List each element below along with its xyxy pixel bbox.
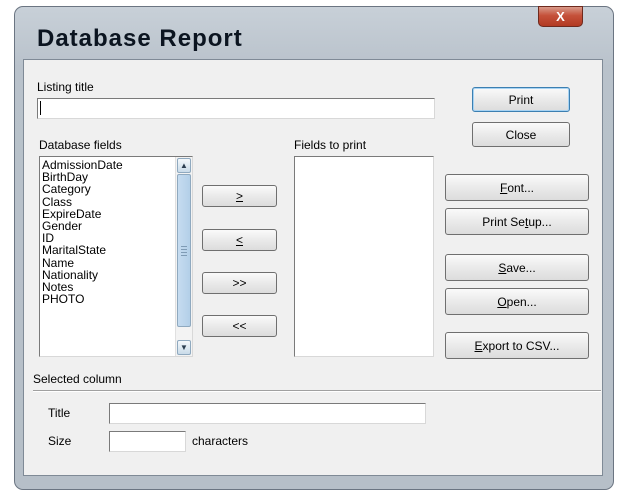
- font-label: Font...: [499, 180, 535, 195]
- add-field-button[interactable]: >: [202, 185, 277, 207]
- column-title-input[interactable]: [109, 403, 426, 424]
- remove-all-fields-button[interactable]: <<: [202, 315, 277, 337]
- chevron-up-icon: ▲: [180, 161, 188, 170]
- print-label: Print: [508, 92, 534, 107]
- save-button[interactable]: Save...: [445, 254, 589, 281]
- save-label: Save...: [498, 260, 536, 275]
- list-item[interactable]: PHOTO: [40, 293, 192, 305]
- fields-to-print-label: Fields to print: [294, 138, 367, 152]
- add-all-fields-button[interactable]: >>: [202, 272, 277, 294]
- database-fields-listbox[interactable]: AdmissionDate BirthDay Category Class Expire…: [39, 156, 193, 357]
- size-unit-label: characters: [192, 434, 249, 448]
- close-label: Close: [505, 127, 537, 142]
- list-item[interactable]: Gender: [40, 220, 192, 232]
- dialog-client-area: Listing title Database fields AdmissionD…: [23, 59, 603, 476]
- column-size-input[interactable]: [109, 431, 186, 452]
- font-button[interactable]: Font...: [445, 174, 589, 201]
- thumb-grip: [181, 249, 187, 250]
- chevron-down-icon: ▼: [180, 343, 188, 352]
- add-field-label: >: [235, 189, 243, 203]
- column-title-label: Title: [48, 406, 71, 420]
- column-size-label: Size: [48, 434, 72, 448]
- scroll-down-button[interactable]: ▼: [177, 340, 191, 355]
- print-button[interactable]: Print: [472, 87, 570, 112]
- list-item[interactable]: Name: [40, 256, 192, 269]
- thumb-grip: [181, 246, 187, 247]
- list-item[interactable]: Class: [40, 195, 192, 208]
- database-fields-label: Database fields: [39, 138, 122, 152]
- text-caret: [40, 101, 41, 115]
- scroll-thumb[interactable]: [177, 174, 191, 327]
- window-close-button[interactable]: X: [538, 6, 583, 27]
- print-setup-button[interactable]: Print Setup...: [445, 208, 589, 235]
- print-setup-label: Print Setup...: [482, 214, 552, 229]
- list-item[interactable]: Category: [40, 183, 192, 195]
- listing-title-input[interactable]: [37, 98, 435, 119]
- remove-all-label: <<: [232, 319, 247, 333]
- open-label: Open...: [497, 294, 537, 309]
- open-button[interactable]: Open...: [445, 288, 589, 315]
- remove-field-label: <: [235, 233, 243, 247]
- close-icon: X: [556, 9, 565, 24]
- list-item[interactable]: MaritalState: [40, 244, 192, 256]
- thumb-grip: [181, 255, 187, 256]
- thumb-grip: [181, 252, 187, 253]
- add-all-label: >>: [232, 276, 247, 290]
- close-button[interactable]: Close: [472, 122, 570, 147]
- listing-title-label: Listing title: [37, 80, 94, 94]
- window-title: Database Report: [37, 25, 243, 52]
- database-fields-scrollbar[interactable]: ▲ ▼: [175, 157, 192, 356]
- scroll-up-button[interactable]: ▲: [177, 158, 191, 173]
- export-csv-button[interactable]: Export to CSV...: [445, 332, 589, 359]
- fields-to-print-listbox[interactable]: [294, 156, 434, 357]
- remove-field-button[interactable]: <: [202, 229, 277, 251]
- selected-column-divider: [33, 390, 601, 392]
- selected-column-label: Selected column: [33, 372, 122, 386]
- export-csv-label: Export to CSV...: [474, 338, 560, 353]
